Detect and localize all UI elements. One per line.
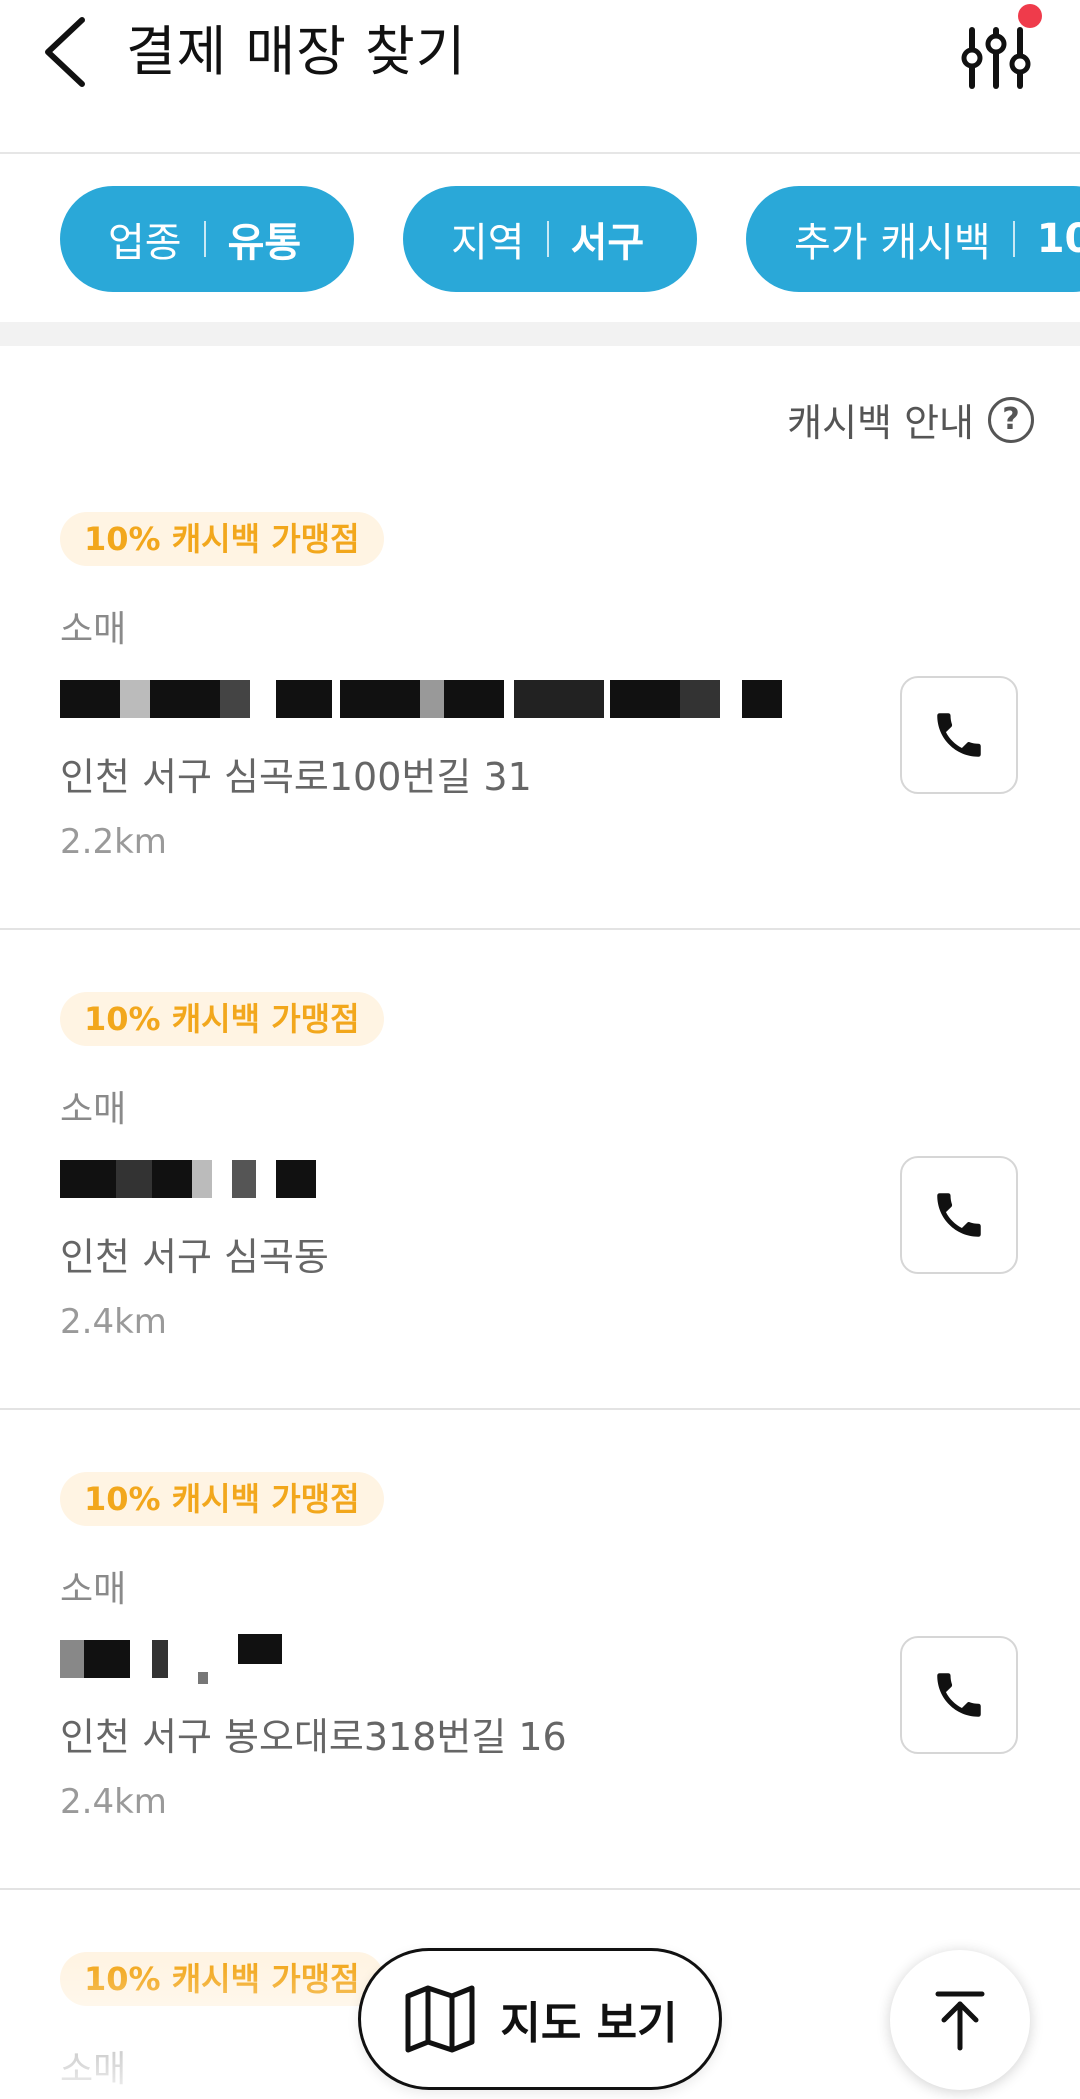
filter-chip-industry[interactable]: 업종 유통 (60, 186, 354, 292)
phone-icon (937, 1193, 981, 1237)
app-header: 결제 매장 찾기 (0, 0, 1080, 154)
sliders-icon[interactable] (958, 12, 1058, 102)
map-view-button[interactable]: 지도 보기 (358, 1948, 722, 2090)
store-distance: 2.2km (60, 822, 167, 862)
store-name-redacted (60, 1634, 282, 1684)
store-address: 인천 서구 심곡로100번길 31 (60, 755, 532, 799)
store-list-item[interactable]: 10% 캐시백 가맹점 소매 인천 서구 심곡동 2.4km (0, 930, 1080, 1410)
store-name-redacted (60, 674, 782, 724)
filter-chip-region[interactable]: 지역 서구 (403, 186, 697, 292)
store-category: 소매 (60, 609, 127, 650)
scroll-top-button[interactable] (890, 1950, 1030, 2090)
chip-value: 10 (1036, 216, 1080, 262)
help-icon: ? (988, 396, 1034, 443)
chip-divider (203, 221, 206, 257)
map-icon (405, 1985, 475, 2053)
phone-icon (937, 713, 981, 757)
store-category: 소매 (60, 2049, 127, 2090)
store-distance: 2.4km (60, 1302, 167, 1342)
back-arrow-icon[interactable] (38, 14, 98, 90)
cashback-badge: 10% 캐시백 가맹점 (60, 992, 384, 1046)
scroll-top-icon (935, 1991, 985, 2051)
call-button[interactable] (900, 1156, 1018, 1274)
store-category: 소매 (60, 1089, 127, 1130)
store-category: 소매 (60, 1569, 127, 1610)
chip-value: 서구 (570, 220, 645, 266)
cashback-badge: 10% 캐시백 가맹점 (60, 1952, 384, 2006)
section-divider (0, 322, 1080, 346)
store-address: 인천 서구 심곡동 (60, 1235, 329, 1279)
store-distance: 2.4km (60, 1782, 167, 1822)
cashback-guide-label: 캐시백 안내 (787, 401, 974, 445)
chip-key: 추가 캐시백 (794, 220, 991, 266)
cashback-badge: 10% 캐시백 가맹점 (60, 1472, 384, 1526)
notification-dot (1018, 4, 1042, 28)
map-view-label: 지도 보기 (500, 1998, 678, 2049)
chip-divider (546, 221, 549, 257)
page-title: 결제 매장 찾기 (126, 20, 467, 83)
cashback-guide-link[interactable]: 캐시백 안내 ? (787, 392, 1034, 447)
phone-icon (937, 1673, 981, 1717)
call-button[interactable] (900, 676, 1018, 794)
store-list-item[interactable]: 10% 캐시백 가맹점 소매 인천 서구 봉오대로318번길 16 2.4km (0, 1410, 1080, 1890)
cashback-badge: 10% 캐시백 가맹점 (60, 512, 384, 566)
filter-chip-bar: 업종 유통 지역 서구 추가 캐시백 10 (0, 154, 1080, 322)
chip-divider (1012, 221, 1015, 257)
filter-chip-extra-cashback[interactable]: 추가 캐시백 10 (746, 186, 1080, 292)
store-address: 인천 서구 봉오대로318번길 16 (60, 1715, 567, 1759)
call-button[interactable] (900, 1636, 1018, 1754)
chip-key: 지역 (451, 220, 525, 266)
chip-key: 업종 (108, 220, 182, 266)
store-name-redacted (60, 1154, 316, 1204)
chip-value: 유통 (227, 220, 302, 266)
store-list-item[interactable]: 10% 캐시백 가맹점 소매 인천 서구 심곡로100번길 31 2.2km (0, 450, 1080, 930)
